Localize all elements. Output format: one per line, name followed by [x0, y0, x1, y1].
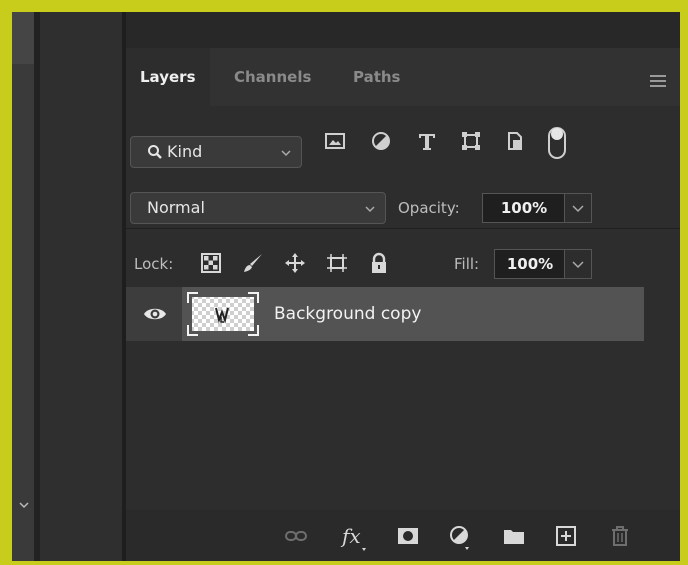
adjustment-layer-icon[interactable]: [448, 524, 472, 550]
delete-layer-icon[interactable]: [608, 524, 632, 548]
shape-filter-icon[interactable]: [460, 130, 482, 152]
collapsed-panel-column: [40, 12, 122, 561]
layers-bottom-toolbar: fx: [126, 510, 680, 561]
kind-filter-dropdown[interactable]: Kind: [130, 136, 302, 168]
new-group-icon[interactable]: [502, 524, 526, 548]
blend-mode-value: Normal: [147, 198, 205, 217]
tab-layers[interactable]: Layers: [126, 48, 210, 106]
tab-paths[interactable]: Paths: [353, 48, 401, 106]
type-filter-icon[interactable]: [416, 130, 438, 152]
blend-mode-dropdown[interactable]: Normal: [130, 192, 386, 224]
lock-label: Lock:: [134, 255, 174, 273]
left-dock-header: [12, 12, 34, 64]
new-layer-icon[interactable]: [554, 524, 578, 548]
layers-panel: Layers Channels Paths Kind Normal Opacit…: [126, 12, 680, 561]
search-icon: [147, 144, 163, 160]
photoshop-window: Layers Channels Paths Kind Normal Opacit…: [12, 12, 680, 561]
fill-label: Fill:: [454, 255, 480, 273]
visibility-toggle[interactable]: [126, 287, 182, 341]
opacity-slider-toggle[interactable]: [564, 193, 592, 223]
tab-channels[interactable]: Channels: [234, 48, 311, 106]
filter-toggle-icon[interactable]: [546, 124, 568, 162]
lock-all-icon[interactable]: [368, 252, 390, 274]
eye-icon: [143, 305, 167, 323]
panel-header: [126, 12, 680, 48]
fx-icon[interactable]: fx: [340, 524, 370, 551]
layer-row[interactable]: Background copy: [126, 287, 644, 341]
chevron-down-icon: [363, 201, 377, 215]
image-filter-icon[interactable]: [324, 130, 346, 152]
lock-row: Lock: Fill: 100%: [126, 240, 680, 280]
filter-row: Kind: [126, 124, 680, 168]
opacity-label: Opacity:: [398, 199, 460, 217]
panel-tabs: Layers Channels Paths: [126, 48, 680, 106]
opacity-input[interactable]: 100%: [482, 193, 566, 223]
lock-position-icon[interactable]: [284, 252, 306, 274]
fill-slider-toggle[interactable]: [564, 249, 592, 279]
divider: [126, 228, 680, 229]
chevron-down-icon[interactable]: [18, 499, 30, 511]
blend-row: Normal Opacity: 100%: [126, 180, 680, 224]
left-dock: [12, 12, 34, 561]
layer-name: Background copy: [274, 304, 422, 324]
smart-object-filter-icon[interactable]: [504, 130, 526, 152]
add-mask-icon[interactable]: [396, 524, 420, 548]
kind-label: Kind: [167, 142, 203, 161]
chevron-down-icon: [279, 145, 293, 159]
lock-transparent-pixels-icon[interactable]: [200, 252, 222, 274]
adjustment-filter-icon[interactable]: [370, 130, 392, 152]
panel-menu-icon[interactable]: [650, 75, 666, 90]
fill-input[interactable]: 100%: [494, 249, 566, 279]
lock-artboard-icon[interactable]: [326, 252, 348, 274]
svg-text:fx: fx: [340, 524, 361, 548]
layer-thumbnail[interactable]: [186, 291, 260, 337]
lock-image-pixels-icon[interactable]: [242, 252, 264, 274]
link-layers-icon[interactable]: [284, 524, 308, 548]
